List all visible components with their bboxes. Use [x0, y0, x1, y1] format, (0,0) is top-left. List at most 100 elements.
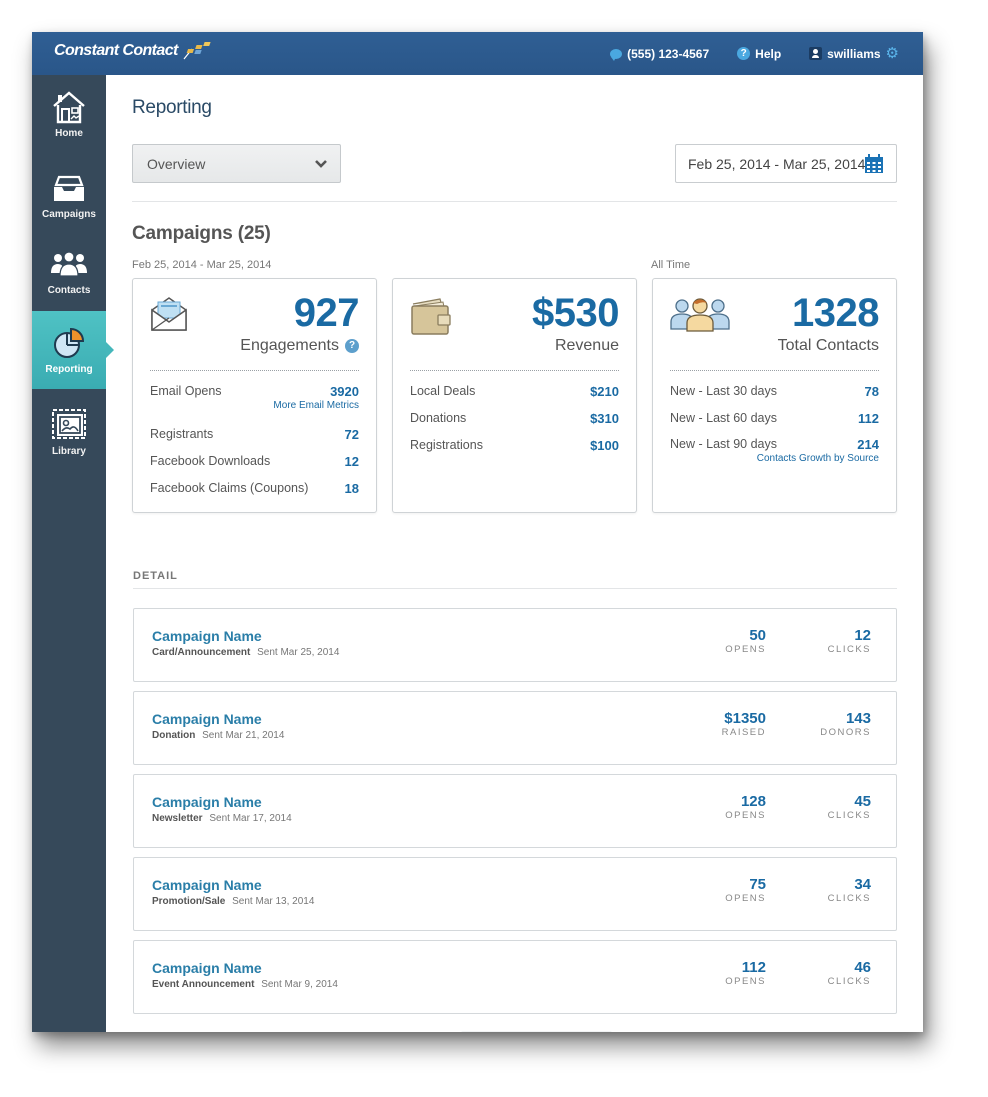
- contacts-growth-link[interactable]: Contacts Growth by Source: [670, 453, 879, 480]
- more-email-metrics-link[interactable]: More Email Metrics: [150, 400, 359, 427]
- metric-value: $100: [590, 438, 619, 453]
- sidebar-label-library: Library: [52, 445, 86, 457]
- stat-value: 143: [845, 710, 871, 727]
- metric-label: New - Last 30 days: [670, 384, 777, 398]
- stat-label: RAISED: [721, 727, 766, 738]
- campaign-type: Newsletter: [152, 813, 203, 824]
- logo[interactable]: Constant Contact: [54, 41, 212, 61]
- campaign-stat-2: 46 CLICKS: [828, 959, 871, 987]
- metric-label: New - Last 90 days: [670, 437, 777, 451]
- campaign-sent-date: Sent Mar 9, 2014: [261, 979, 338, 990]
- help-link[interactable]: ? Help: [737, 47, 781, 61]
- campaign-name[interactable]: Campaign Name: [152, 877, 262, 893]
- contacts-card: 1328 Total Contacts New - Last 30 days 7…: [652, 278, 897, 513]
- metric-row-new-60: New - Last 60 days 112: [670, 411, 879, 437]
- chat-bubble-icon: [610, 48, 623, 61]
- campaign-type: Card/Announcement: [152, 647, 251, 658]
- phone-link[interactable]: (555) 123-4567: [610, 47, 709, 61]
- view-select-value: Overview: [147, 155, 206, 172]
- metric-label: Registrations: [410, 438, 483, 452]
- campaign-stat-1: 128 OPENS: [725, 793, 766, 821]
- campaign-sent-date: Sent Mar 21, 2014: [202, 730, 285, 741]
- summary-range-label: Feb 25, 2014 - Mar 25, 2014: [132, 259, 272, 271]
- campaign-row[interactable]: Campaign Name Donation Sent Mar 21, 2014…: [133, 691, 897, 765]
- user-icon: [809, 47, 823, 60]
- metric-row-facebook-claims: Facebook Claims (Coupons) 18: [150, 481, 359, 508]
- stat-label: CLICKS: [827, 644, 871, 655]
- sidebar-item-library[interactable]: Library: [32, 393, 106, 471]
- revenue-value: $530: [532, 291, 619, 335]
- username: swilliams: [827, 46, 881, 61]
- calendar-icon: [865, 154, 883, 173]
- metric-label: Donations: [410, 411, 467, 425]
- campaign-meta: Event Announcement Sent Mar 9, 2014: [152, 979, 338, 990]
- sidebar-item-campaigns[interactable]: Campaigns: [32, 156, 106, 234]
- stat-label: OPENS: [725, 644, 766, 655]
- revenue-card: $530 Revenue Local Deals $210 Donations …: [392, 278, 637, 513]
- sidebar-label-home: Home: [55, 127, 83, 139]
- campaign-row[interactable]: Campaign Name Card/Announcement Sent Mar…: [133, 608, 897, 682]
- campaign-name[interactable]: Campaign Name: [152, 960, 262, 976]
- campaigns-title: Campaigns (25): [132, 223, 271, 244]
- gear-icon[interactable]: ⚙: [886, 46, 899, 61]
- sidebar-item-reporting[interactable]: Reporting: [32, 311, 114, 389]
- stat-value: 112: [741, 959, 766, 976]
- metric-value: 78: [864, 384, 879, 399]
- metric-value: 72: [344, 427, 359, 442]
- revenue-rows: Local Deals $210 Donations $310 Registra…: [410, 384, 619, 465]
- contacts-rows: New - Last 30 days 78 New - Last 60 days…: [670, 384, 879, 480]
- logo-text: Constant Contact: [54, 42, 178, 59]
- sidebar-label-campaigns: Campaigns: [42, 208, 96, 220]
- engagements-label: Engagements: [240, 337, 339, 354]
- sidebar-item-contacts[interactable]: Contacts: [32, 232, 106, 310]
- metric-row-new-90: New - Last 90 days 214: [670, 437, 879, 453]
- metric-value: 18: [344, 481, 359, 496]
- detail-label: DETAIL: [133, 570, 178, 582]
- top-bar: Constant Contact (555) 123-4567 ? Help s…: [32, 32, 923, 75]
- user-menu[interactable]: swilliams ⚙: [809, 46, 899, 61]
- campaign-type: Donation: [152, 730, 196, 741]
- stat-value: 50: [749, 627, 766, 644]
- metric-label: Facebook Downloads: [150, 454, 271, 468]
- main-content: Reporting Overview Feb 25, 2014 - Mar 25…: [106, 75, 923, 1032]
- campaign-name[interactable]: Campaign Name: [152, 711, 262, 727]
- campaign-row[interactable]: Campaign Name Newsletter Sent Mar 17, 20…: [133, 774, 897, 848]
- campaign-row[interactable]: Campaign Name Event Announcement Sent Ma…: [133, 940, 897, 1014]
- campaign-sent-date: Sent Mar 17, 2014: [209, 813, 292, 824]
- stat-value: 34: [854, 876, 871, 893]
- show-more-campaigns-button[interactable]: Show More Campaigns: [461, 1031, 612, 1032]
- all-time-label: All Time: [651, 259, 691, 271]
- help-question-icon[interactable]: ?: [345, 339, 359, 353]
- campaign-name[interactable]: Campaign Name: [152, 794, 262, 810]
- metric-row-registrants: Registrants 72: [150, 427, 359, 454]
- date-range-picker[interactable]: Feb 25, 2014 - Mar 25, 2014: [675, 144, 897, 183]
- stat-value: $1350: [724, 710, 766, 727]
- stat-label: OPENS: [725, 893, 766, 904]
- campaign-sent-date: Sent Mar 25, 2014: [257, 647, 340, 658]
- revenue-label: Revenue: [554, 337, 619, 354]
- phone-number: (555) 123-4567: [627, 46, 710, 61]
- sidebar: Home Campaigns Contacts Reporting Librar…: [32, 75, 114, 1032]
- campaign-name[interactable]: Campaign Name: [152, 628, 262, 644]
- chevron-down-icon: [315, 160, 327, 168]
- app-window: Constant Contact (555) 123-4567 ? Help s…: [32, 32, 923, 1032]
- people-icon: [51, 250, 87, 277]
- metric-label: Local Deals: [410, 384, 476, 398]
- top-nav: (555) 123-4567 ? Help swilliams ⚙: [610, 32, 899, 75]
- view-select[interactable]: Overview: [132, 144, 341, 183]
- engagements-card: 927 Engagements ? Email Opens 3920 More …: [132, 278, 377, 513]
- campaign-meta: Donation Sent Mar 21, 2014: [152, 730, 284, 741]
- campaign-stat-2: 143 DONORS: [820, 710, 871, 738]
- stat-label: CLICKS: [827, 976, 871, 987]
- campaign-stat-2: 34 CLICKS: [828, 876, 871, 904]
- sidebar-item-home[interactable]: Home: [32, 75, 106, 153]
- image-library-icon: [52, 408, 86, 439]
- stat-label: OPENS: [725, 810, 766, 821]
- campaign-meta: Newsletter Sent Mar 17, 2014: [152, 813, 292, 824]
- engagements-label-wrap: Engagements ?: [240, 337, 359, 355]
- sidebar-label-contacts: Contacts: [47, 284, 91, 296]
- campaign-row[interactable]: Campaign Name Promotion/Sale Sent Mar 13…: [133, 857, 897, 931]
- page-title: Reporting: [132, 97, 212, 118]
- metric-row-facebook-downloads: Facebook Downloads 12: [150, 454, 359, 481]
- metric-label: Registrants: [150, 427, 214, 441]
